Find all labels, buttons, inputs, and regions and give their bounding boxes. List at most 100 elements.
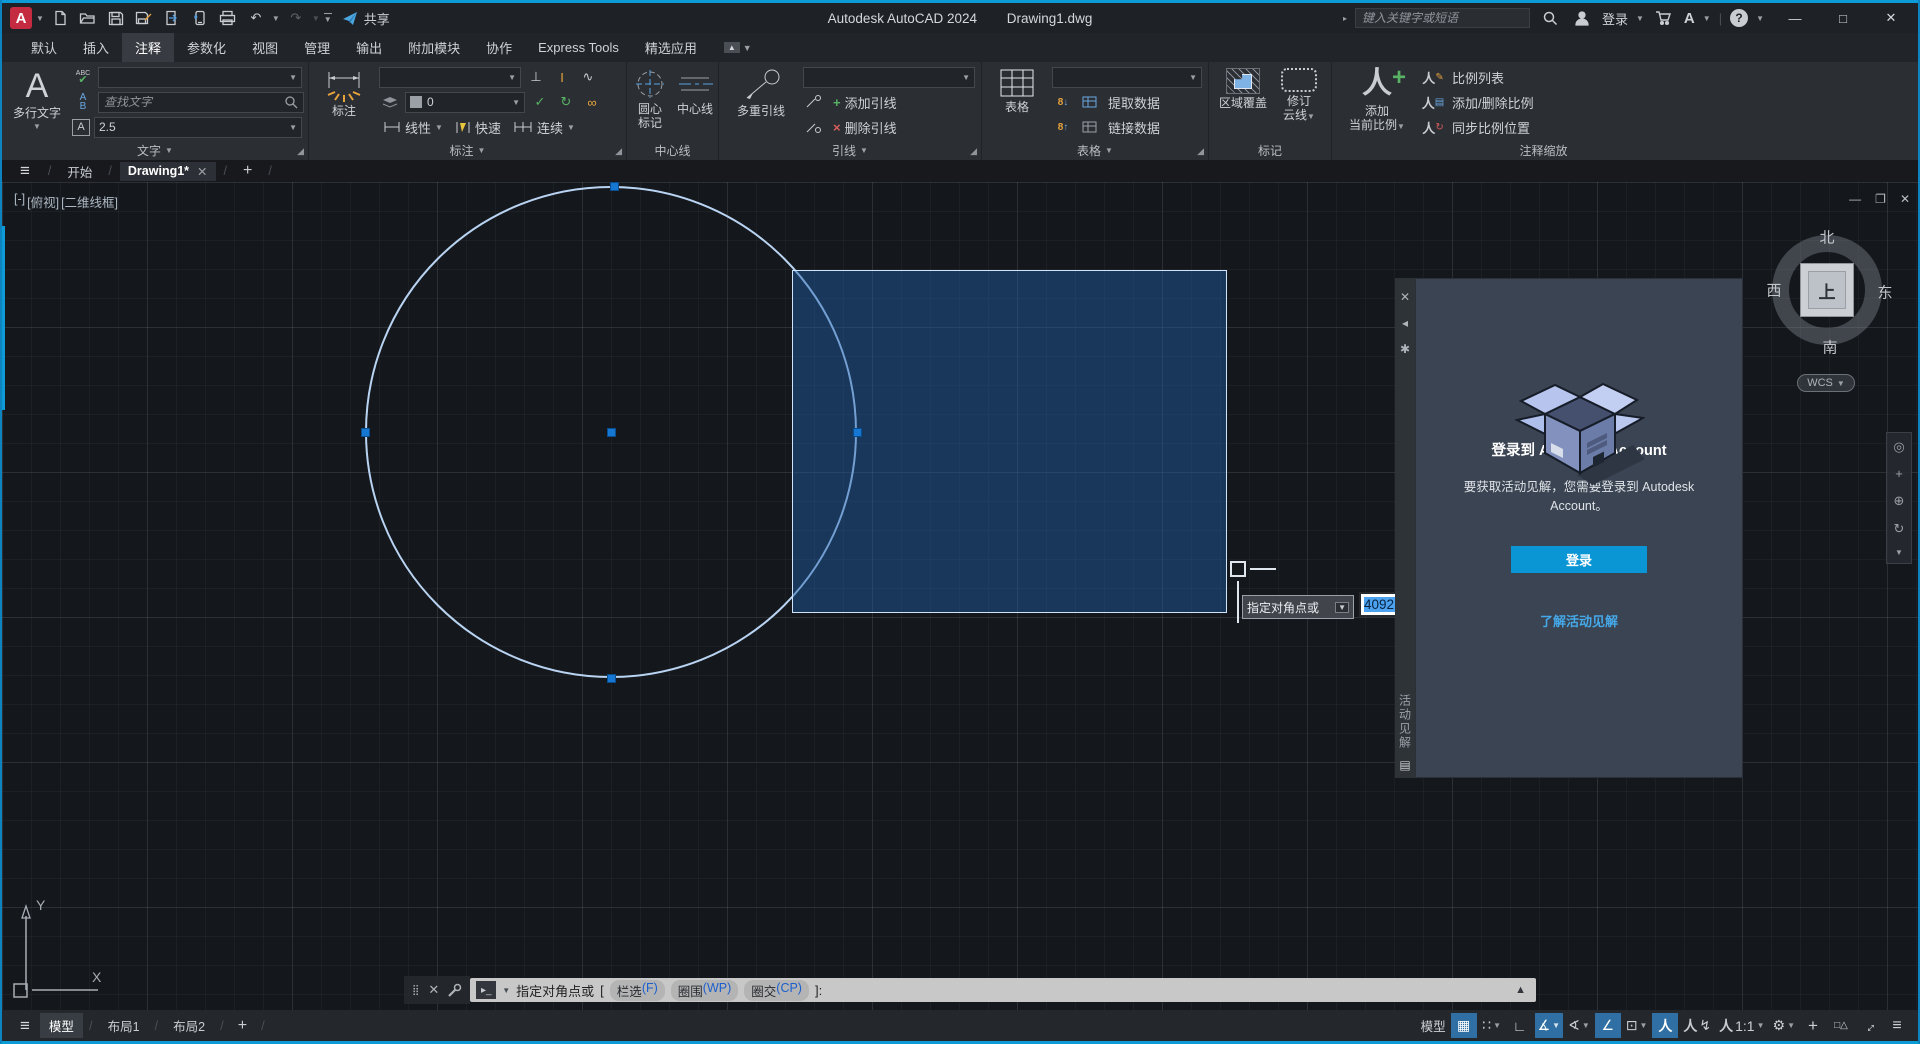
- dim-jog-icon[interactable]: ∿: [577, 67, 599, 87]
- command-recent-chevron[interactable]: ▼: [502, 986, 510, 995]
- customization-button[interactable]: ≡: [1884, 1013, 1910, 1038]
- ribbon-tab-collaborate[interactable]: 协作: [473, 33, 525, 62]
- panel-label-table[interactable]: 表格▼◢: [982, 140, 1208, 160]
- object-snap-toggle[interactable]: ⊡▼: [1623, 1013, 1651, 1038]
- login-button[interactable]: 登录: [1511, 546, 1647, 573]
- viewcube-south[interactable]: 南: [1822, 337, 1837, 358]
- search-history-chevron[interactable]: ▸: [1343, 14, 1347, 23]
- iso-dropdown-icon[interactable]: ▼: [1582, 1021, 1590, 1030]
- orbit-icon[interactable]: ↻: [1894, 521, 1905, 537]
- panel-dim-launcher-icon[interactable]: ◢: [615, 146, 622, 157]
- command-option-wpolygon[interactable]: 圈围(WP): [671, 980, 738, 1001]
- panel-leader-launcher-icon[interactable]: ◢: [970, 146, 977, 157]
- plot-button[interactable]: [216, 6, 240, 30]
- pan-icon[interactable]: +: [1895, 466, 1903, 481]
- dim-continue-button[interactable]: 连续▼: [509, 116, 579, 138]
- panel-label-annotation-scaling[interactable]: 注释缩放: [1332, 140, 1755, 160]
- wcs-menu[interactable]: WCS▼: [1797, 374, 1855, 392]
- snap-dropdown-icon[interactable]: ▼: [1493, 1021, 1501, 1030]
- command-option-cpolygon[interactable]: 圈交(CP): [744, 980, 809, 1001]
- ribbon-tab-parametric[interactable]: 参数化: [174, 33, 239, 62]
- autodesk-mark-icon[interactable]: A: [1684, 10, 1695, 27]
- command-line-grip[interactable]: ⣿ ✕: [404, 976, 470, 1004]
- save-button[interactable]: [104, 6, 128, 30]
- link-data-button[interactable]: 链接数据: [1104, 116, 1164, 138]
- revision-cloud-button[interactable]: 修订云线▼: [1275, 66, 1323, 138]
- full-navigation-wheel-icon[interactable]: ◎: [1893, 439, 1904, 455]
- isolate-objects-button[interactable]: □△: [1828, 1013, 1854, 1038]
- grip-right-quadrant[interactable]: [853, 428, 862, 437]
- workspace-dropdown-icon[interactable]: ▼: [1787, 1021, 1795, 1030]
- command-line-bar[interactable]: ⣿ ✕ ▸_ ▼ 指定对角点或 [ 栏选(F) 圈围(WP) 圈交(CP) ]:…: [404, 976, 1536, 1004]
- ribbon-minimize-button[interactable]: ▲▼: [724, 33, 752, 62]
- text-style-combo[interactable]: ▼: [98, 67, 302, 88]
- panel-label-markup[interactable]: 标记: [1209, 140, 1331, 160]
- search-input[interactable]: [1355, 8, 1530, 28]
- find-text-input[interactable]: [98, 92, 304, 113]
- viewcube-east[interactable]: 东: [1877, 282, 1892, 303]
- dimension-button[interactable]: 标注: [315, 66, 373, 138]
- drawing-restore-icon[interactable]: ❐: [1875, 192, 1886, 206]
- app-store-cart-icon[interactable]: [1652, 6, 1676, 30]
- ribbon-tab-annotate[interactable]: 注释: [122, 33, 174, 62]
- signin-dropdown-icon[interactable]: ▼: [1636, 14, 1644, 23]
- doctab-menu-icon[interactable]: ≡: [10, 161, 40, 181]
- grip-left-quadrant[interactable]: [361, 428, 370, 437]
- palette-autohide-icon[interactable]: ◂: [1402, 310, 1408, 336]
- add-leader-button[interactable]: +添加引线: [829, 91, 901, 113]
- add-current-scale-button[interactable]: 人+ 添加当前比例▼: [1338, 66, 1416, 138]
- dim-linear-button[interactable]: 线性▼: [379, 116, 447, 138]
- search-icon[interactable]: [1538, 6, 1562, 30]
- help-icon[interactable]: ?: [1730, 9, 1748, 27]
- table-button[interactable]: 表格: [988, 66, 1046, 138]
- command-recent-icon[interactable]: ▸_: [476, 981, 496, 999]
- panel-label-text[interactable]: 文字▼◢: [2, 140, 308, 160]
- layout-menu-icon[interactable]: ≡: [10, 1016, 40, 1036]
- close-button[interactable]: ✕: [1874, 5, 1908, 31]
- layout2-tab[interactable]: 布局2: [164, 1013, 214, 1038]
- dim-update-icon[interactable]: ↻: [555, 92, 577, 112]
- ortho-toggle[interactable]: ∟: [1507, 1013, 1533, 1038]
- dim-layer-combo[interactable]: 0▼: [405, 92, 525, 113]
- zoom-icon[interactable]: ⊕: [1894, 493, 1905, 509]
- learn-insights-link[interactable]: 了解活动见解: [1540, 611, 1618, 630]
- drawing-canvas[interactable]: [-] [俯视] [二维线框] — ❐ ✕ 指定对角点或 ▼ 4092.4497…: [2, 182, 1918, 1010]
- ribbon-tab-insert[interactable]: 插入: [70, 33, 122, 62]
- viewport-visual-style-control[interactable]: [二维线框]: [61, 192, 118, 211]
- command-option-fence[interactable]: 栏选(F): [610, 980, 665, 1001]
- save-to-web-button[interactable]: [188, 6, 212, 30]
- ribbon-tab-featured-apps[interactable]: 精选应用: [632, 33, 710, 62]
- qat-customize-icon[interactable]: ▼: [324, 13, 332, 24]
- panel-table-launcher-icon[interactable]: ◢: [1197, 146, 1204, 157]
- start-tab[interactable]: 开始: [59, 160, 100, 183]
- dim-infinite-icon[interactable]: ∞: [581, 92, 603, 112]
- panel-text-launcher-icon[interactable]: ◢: [297, 146, 304, 157]
- multileader-button[interactable]: 多重引线: [725, 66, 797, 138]
- app-menu-chevron-icon[interactable]: ▼: [36, 14, 44, 23]
- leader-style-combo[interactable]: ▼: [803, 67, 975, 88]
- new-drawing-button[interactable]: +: [235, 162, 260, 180]
- viewcube-top-face[interactable]: 上: [1800, 263, 1854, 317]
- polar-tracking-toggle[interactable]: ∡▼: [1535, 1013, 1563, 1038]
- command-close-icon[interactable]: ✕: [428, 982, 439, 998]
- minimize-button[interactable]: —: [1778, 5, 1812, 31]
- undo-dropdown-icon[interactable]: ▼: [272, 14, 280, 23]
- dim-style-combo[interactable]: ▼: [379, 67, 521, 88]
- annotation-monitor-toggle[interactable]: +: [1800, 1013, 1826, 1038]
- ribbon-tab-default[interactable]: 默认: [18, 33, 70, 62]
- open-from-web-button[interactable]: [160, 6, 184, 30]
- scale-list-button[interactable]: 比例列表: [1448, 66, 1508, 88]
- grip-top-quadrant[interactable]: [610, 182, 619, 191]
- palette-autohide-strip[interactable]: [2, 226, 5, 410]
- dim-tolerance-icon[interactable]: ⊥: [525, 67, 547, 87]
- share-button[interactable]: 共享: [342, 9, 390, 28]
- dim-quick-button[interactable]: 快速: [451, 116, 505, 138]
- annotation-scale-button[interactable]: 人1:1▼: [1716, 1013, 1767, 1038]
- ribbon-tab-view[interactable]: 视图: [239, 33, 291, 62]
- panel-label-leader[interactable]: 引线▼◢: [719, 140, 981, 160]
- wipeout-button[interactable]: 区域覆盖: [1215, 66, 1271, 138]
- panel-label-dimension[interactable]: 标注▼◢: [309, 140, 626, 160]
- find-magnifier-icon[interactable]: [280, 92, 302, 112]
- navbar-more-icon[interactable]: ▼: [1895, 548, 1903, 557]
- autodesk-dropdown-icon[interactable]: ▼: [1703, 14, 1711, 23]
